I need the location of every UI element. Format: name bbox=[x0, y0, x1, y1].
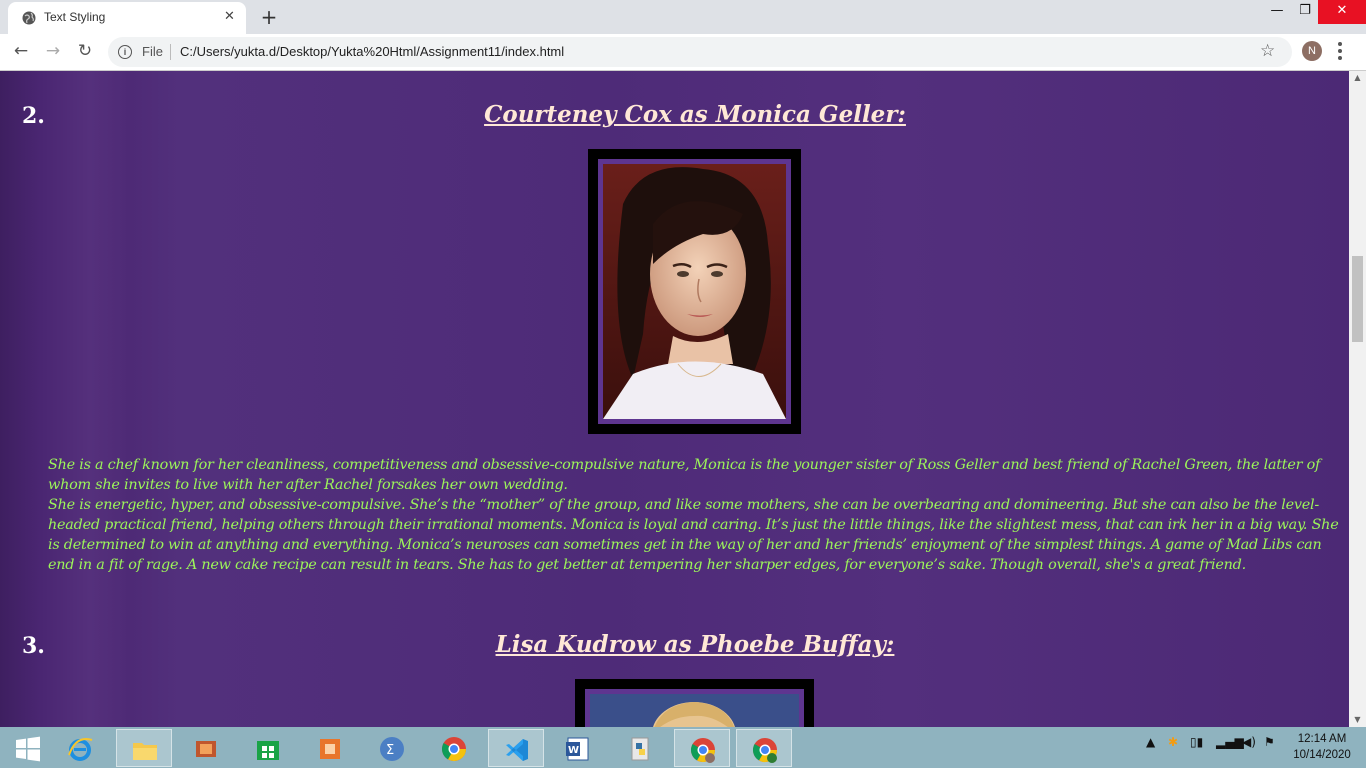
system-clock[interactable]: 12:14 AM 10/14/2020 bbox=[1290, 731, 1354, 763]
window-close-button[interactable]: ✕ bbox=[1318, 0, 1366, 24]
close-icon[interactable]: ✕ bbox=[224, 9, 235, 24]
profile-avatar[interactable]: N bbox=[1302, 41, 1322, 61]
internet-explorer-icon bbox=[68, 738, 93, 761]
sigma-icon: Σ bbox=[380, 737, 404, 761]
scrollbar-thumb[interactable] bbox=[1352, 256, 1363, 342]
reload-icon[interactable]: ↻ bbox=[74, 40, 96, 62]
vertical-scrollbar[interactable]: ▲ ▼ bbox=[1349, 71, 1366, 727]
python-icon bbox=[631, 737, 649, 761]
browser-toolbar: ← → ↻ i File C:/Users/yukta.d/Desktop/Yu… bbox=[0, 34, 1366, 71]
taskbar-word[interactable]: W bbox=[550, 729, 606, 767]
taskbar-internet-explorer[interactable] bbox=[52, 729, 108, 767]
clock-time: 12:14 AM bbox=[1297, 733, 1347, 745]
taskbar-chrome-profile-n[interactable] bbox=[674, 729, 730, 767]
bio-paragraph: She is a chef known for her cleanliness,… bbox=[48, 457, 1321, 493]
taskbar-python[interactable] bbox=[612, 729, 668, 767]
tab-strip: Text Styling ✕ + — ❐ ✕ bbox=[0, 0, 1366, 34]
taskbar-chrome-profile-y[interactable] bbox=[736, 729, 792, 767]
scroll-down-arrow-icon[interactable]: ▼ bbox=[1349, 713, 1366, 727]
device-icon[interactable]: ▯▮ bbox=[1190, 735, 1203, 749]
taskbar-math-input[interactable]: Σ bbox=[364, 729, 420, 767]
chrome-icon bbox=[752, 738, 777, 763]
item-number: 2. bbox=[22, 103, 45, 129]
globe-icon bbox=[22, 11, 36, 25]
menu-kebab-icon[interactable] bbox=[1338, 42, 1342, 63]
photo-mat bbox=[598, 159, 791, 424]
word-icon: W bbox=[566, 737, 589, 761]
tab-text-styling[interactable]: Text Styling ✕ bbox=[8, 2, 246, 34]
info-icon[interactable]: i bbox=[118, 45, 132, 59]
forward-arrow-icon[interactable]: → bbox=[42, 40, 64, 62]
folder-icon bbox=[133, 743, 157, 760]
taskbar-store[interactable] bbox=[240, 729, 296, 767]
windows-logo-icon bbox=[16, 736, 40, 762]
file-label: File bbox=[142, 44, 163, 59]
taskbar-chrome[interactable] bbox=[426, 729, 482, 767]
network-icon[interactable]: ▂▄▆ bbox=[1216, 735, 1244, 749]
item-number: 3. bbox=[22, 633, 45, 659]
back-arrow-icon[interactable]: ← bbox=[10, 40, 32, 62]
taskbar-video-editor[interactable] bbox=[178, 729, 234, 767]
clock-date: 10/14/2020 bbox=[1293, 749, 1351, 761]
chrome-icon bbox=[441, 737, 466, 762]
settings-tray-icon[interactable]: ✱ bbox=[1168, 735, 1178, 749]
taskbar-file-explorer[interactable] bbox=[116, 729, 172, 767]
flag-icon[interactable]: ⚑ bbox=[1264, 735, 1275, 749]
bio-paragraph: She is energetic, hyper, and obsessive-c… bbox=[48, 497, 1339, 573]
character-bio: She is a chef known for her cleanliness,… bbox=[48, 455, 1344, 575]
svg-text:Σ: Σ bbox=[386, 743, 394, 758]
scroll-up-arrow-icon[interactable]: ▲ bbox=[1349, 71, 1366, 85]
chrome-icon bbox=[690, 738, 715, 763]
new-tab-button[interactable]: + bbox=[256, 5, 282, 29]
divider bbox=[170, 44, 171, 60]
svg-text:W: W bbox=[568, 745, 579, 756]
photo-mat bbox=[585, 689, 804, 727]
character-heading: Lisa Kudrow as Phoebe Buffay: bbox=[495, 631, 895, 658]
star-icon[interactable]: ☆ bbox=[1260, 41, 1275, 61]
tab-title: Text Styling bbox=[44, 10, 106, 24]
taskbar-office-tool[interactable] bbox=[302, 729, 358, 767]
url-text[interactable]: C:/Users/yukta.d/Desktop/Yukta%20Html/As… bbox=[180, 44, 564, 59]
address-bar[interactable]: i File C:/Users/yukta.d/Desktop/Yukta%20… bbox=[108, 37, 1292, 67]
photo-frame bbox=[575, 679, 814, 727]
photo-frame bbox=[588, 149, 801, 434]
store-icon bbox=[257, 741, 279, 760]
office-icon bbox=[320, 739, 340, 759]
vscode-icon bbox=[506, 739, 528, 761]
monica-photo bbox=[603, 164, 786, 419]
character-heading: Courteney Cox as Monica Geller: bbox=[484, 101, 906, 128]
taskbar-vscode[interactable] bbox=[488, 729, 544, 767]
volume-icon[interactable]: ◀) bbox=[1242, 735, 1256, 749]
chevron-up-icon[interactable]: ▲ bbox=[1146, 735, 1155, 749]
phoebe-photo bbox=[590, 694, 799, 727]
taskbar: Σ W ▲ ✱ ▯▮ ▂▄▆ ◀) ⚑ 12:14 AM 10/14/2020 bbox=[0, 727, 1366, 768]
page-content: 2. Courteney Cox as Monica Geller: She i… bbox=[0, 71, 1349, 727]
start-button[interactable] bbox=[0, 729, 56, 767]
film-icon bbox=[196, 741, 216, 757]
